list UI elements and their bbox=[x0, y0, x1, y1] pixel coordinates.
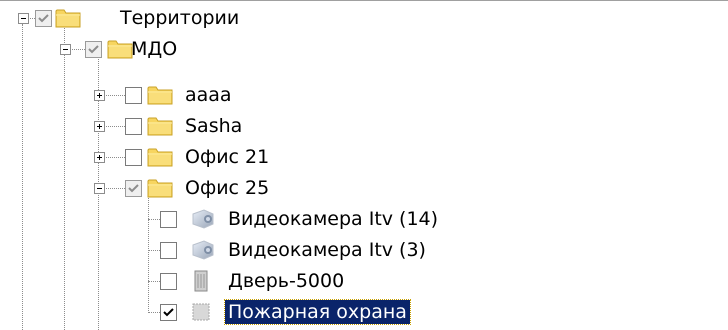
checkbox[interactable] bbox=[85, 41, 102, 58]
folder-icon bbox=[147, 146, 173, 173]
fire-alarm-icon bbox=[190, 301, 212, 328]
tree-line-horizontal bbox=[28, 18, 35, 19]
tree-line-horizontal bbox=[104, 95, 125, 96]
checkbox[interactable] bbox=[125, 87, 142, 104]
collapse-icon[interactable] bbox=[60, 44, 71, 55]
folder-icon bbox=[147, 177, 173, 204]
tree-line-horizontal bbox=[104, 188, 125, 189]
camera-icon bbox=[190, 239, 216, 266]
tree-line-vertical bbox=[22, 24, 23, 330]
tree-node-label[interactable]: Территории bbox=[117, 6, 242, 30]
tree-line-horizontal bbox=[148, 312, 160, 313]
expand-icon[interactable] bbox=[94, 152, 105, 163]
camera-icon bbox=[190, 208, 216, 235]
tree-node-label[interactable]: Пожарная охрана bbox=[224, 299, 411, 325]
checkbox[interactable] bbox=[125, 149, 142, 166]
tree-node-label[interactable]: МДО bbox=[128, 37, 180, 61]
panel-top-border bbox=[0, 0, 728, 1]
tree-node-label[interactable]: Дверь-5000 bbox=[225, 269, 347, 293]
folder-icon bbox=[147, 115, 173, 142]
tree-node-label[interactable]: Sasha bbox=[182, 114, 245, 138]
tree-node-label[interactable]: аааа bbox=[182, 83, 235, 107]
tree-line-horizontal bbox=[148, 250, 160, 251]
folder-icon bbox=[55, 7, 81, 34]
door-icon bbox=[190, 270, 212, 297]
tree-node-label[interactable]: Офис 25 bbox=[182, 176, 272, 200]
tree-line-vertical bbox=[64, 55, 65, 330]
tree-node-label[interactable]: Офис 21 bbox=[182, 145, 272, 169]
checkbox[interactable] bbox=[125, 180, 142, 197]
folder-icon bbox=[147, 84, 173, 111]
expand-icon[interactable] bbox=[94, 90, 105, 101]
tree-line-vertical bbox=[148, 195, 149, 313]
tree-node-label[interactable]: Видеокамера Itv (14) bbox=[225, 207, 441, 231]
collapse-icon[interactable] bbox=[94, 183, 105, 194]
expand-icon[interactable] bbox=[94, 121, 105, 132]
tree-line-horizontal bbox=[104, 126, 125, 127]
checkbox[interactable] bbox=[160, 242, 177, 259]
checkbox[interactable] bbox=[160, 304, 177, 321]
tree-line-horizontal bbox=[148, 219, 160, 220]
tree-node-label[interactable]: Видеокамера Itv (3) bbox=[225, 238, 429, 262]
checkbox[interactable] bbox=[160, 211, 177, 228]
checkbox[interactable] bbox=[35, 10, 52, 27]
tree-line-horizontal bbox=[148, 281, 160, 282]
checkbox[interactable] bbox=[160, 273, 177, 290]
tree-line-horizontal bbox=[104, 157, 125, 158]
checkbox[interactable] bbox=[125, 118, 142, 135]
collapse-icon[interactable] bbox=[18, 13, 29, 24]
